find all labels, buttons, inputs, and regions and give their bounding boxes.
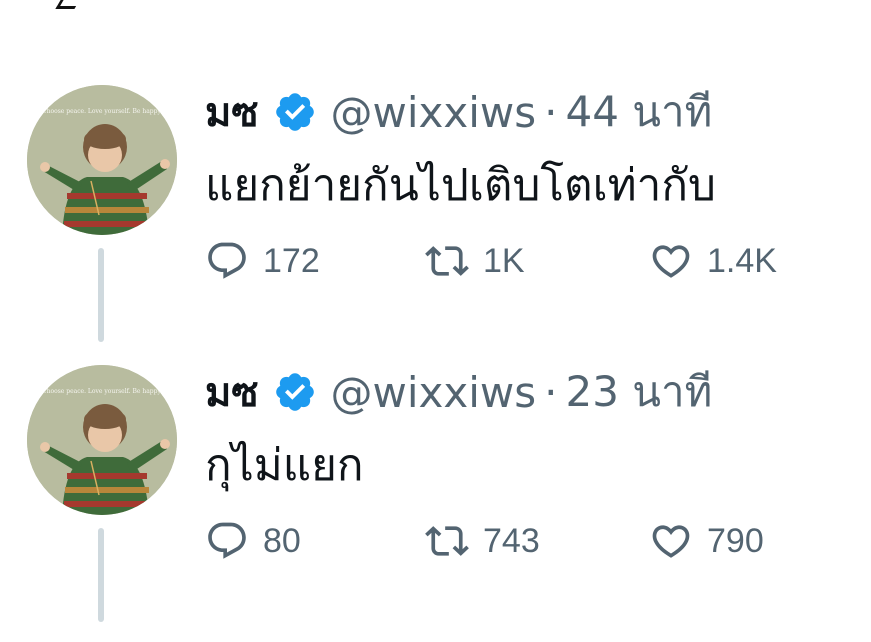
timestamp[interactable]: 44 นาที: [566, 79, 713, 145]
retweet-icon: [425, 526, 469, 556]
like-count: 1.4K: [707, 241, 777, 280]
tweet-header: มซ @wixxiws · 23 นาที: [205, 362, 712, 422]
tweet-text: กุไม่แยก: [205, 440, 364, 491]
display-name[interactable]: มซ: [205, 360, 259, 424]
tweet[interactable]: Choose peace. Love yourself. Be happy. ม…: [0, 352, 871, 642]
avatar[interactable]: Choose peace. Love yourself. Be happy.: [27, 85, 177, 235]
verified-badge-icon: [273, 90, 317, 134]
like-button[interactable]: 790: [649, 516, 764, 566]
user-handle[interactable]: @wixxiws: [331, 368, 537, 417]
separator-dot: ·: [544, 87, 558, 137]
heart-icon: [652, 245, 690, 278]
retweet-button[interactable]: 1K: [425, 236, 525, 286]
display-name[interactable]: มซ: [205, 80, 259, 144]
tweet-text: แยกย้ายกันไปเติบโตเท่ากับ: [205, 160, 716, 211]
timestamp[interactable]: 23 นาที: [566, 359, 713, 425]
reply-count: 80: [263, 521, 301, 560]
thread-connector-line: [98, 248, 104, 342]
reply-button[interactable]: 172: [205, 236, 320, 286]
top-edge-glyph: [55, 0, 80, 9]
user-handle[interactable]: @wixxiws: [331, 88, 537, 137]
reply-count: 172: [263, 241, 320, 280]
verified-badge-icon: [273, 370, 317, 414]
retweet-button[interactable]: 743: [425, 516, 540, 566]
reply-icon: [208, 522, 246, 559]
retweet-count: 743: [483, 521, 540, 560]
tweet[interactable]: Choose peace. Love yourself. Be happy. ม…: [0, 72, 871, 362]
tweet-actions: 80 743 790: [205, 516, 825, 566]
avatar[interactable]: Choose peace. Love yourself. Be happy.: [27, 365, 177, 515]
retweet-icon: [425, 246, 469, 276]
like-button[interactable]: 1.4K: [649, 236, 777, 286]
heart-icon: [652, 525, 690, 558]
like-count: 790: [707, 521, 764, 560]
thread-connector-line: [98, 528, 104, 622]
avatar-caption: Choose peace. Love yourself. Be happy.: [42, 108, 162, 115]
separator-dot: ·: [544, 367, 558, 417]
reply-icon: [208, 242, 246, 279]
avatar-caption: Choose peace. Love yourself. Be happy.: [42, 388, 162, 395]
tweet-header: มซ @wixxiws · 44 นาที: [205, 82, 712, 142]
retweet-count: 1K: [483, 241, 525, 280]
tweet-actions: 172 1K 1.4K: [205, 236, 825, 286]
reply-button[interactable]: 80: [205, 516, 301, 566]
